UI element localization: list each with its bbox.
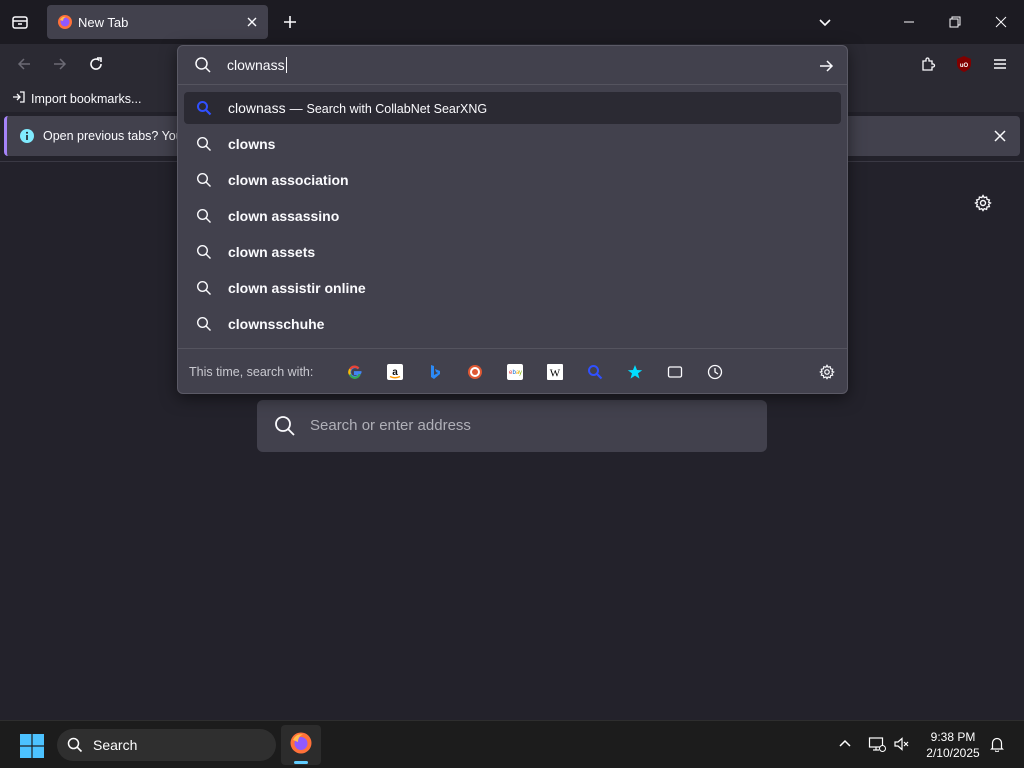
tab-overview-icon[interactable] [6, 8, 34, 36]
clock-date: 2/10/2025 [926, 746, 980, 760]
taskbar-search-box[interactable]: Search [57, 729, 276, 761]
search-suggestion[interactable]: clown assassino [184, 200, 841, 232]
notification-text: Open previous tabs? You c [43, 129, 193, 143]
search-icon [196, 136, 212, 157]
ublock-badge: uO [960, 63, 969, 69]
search-icon [196, 244, 212, 265]
oneoff-label: This time, search with: [189, 365, 314, 379]
search-result-text: clownass — Search with CollabNet SearXNG [228, 100, 488, 116]
minimize-icon[interactable] [886, 0, 932, 44]
taskbar-search-label: Search [93, 737, 138, 753]
search-icon [196, 208, 212, 229]
urlbar-dropdown: clownass clownass — Search with CollabNet… [177, 45, 848, 394]
reload-icon[interactable] [82, 50, 110, 78]
arrow-right-icon[interactable] [815, 55, 837, 77]
close-icon[interactable] [990, 126, 1010, 146]
firefox-icon [57, 14, 73, 30]
chevron-down-icon[interactable] [813, 8, 837, 36]
suggestion-text: clown assassino [228, 208, 340, 224]
search-icon [194, 56, 212, 79]
import-bookmarks-label: Import bookmarks... [31, 91, 142, 106]
suggestion-text: clowns [228, 136, 276, 152]
puzzle-icon[interactable] [914, 50, 942, 78]
arrow-left-icon[interactable] [10, 50, 38, 78]
volume-muted-icon[interactable] [891, 733, 913, 755]
restore-icon[interactable] [932, 0, 978, 44]
ublock-origin-icon[interactable]: uO [950, 50, 978, 78]
hamburger-menu-icon[interactable] [986, 50, 1014, 78]
tab-new-tab[interactable]: New Tab [47, 5, 268, 39]
notification-bell-icon[interactable] [986, 733, 1008, 755]
wikipedia-icon[interactable]: W [544, 361, 566, 383]
newtab-search-input[interactable]: Search or enter address [257, 400, 767, 452]
search-suggestion[interactable]: clowns [184, 128, 841, 160]
suggestion-text: clownsschuhe [228, 316, 325, 332]
taskbar: Search 9:38 PM 2/10/2025 [0, 720, 1024, 768]
gear-icon[interactable] [972, 192, 994, 214]
close-icon[interactable] [242, 12, 262, 32]
taskbar-clock[interactable]: 9:38 PM 2/10/2025 [920, 729, 986, 761]
windows-start-icon[interactable] [20, 734, 44, 758]
firefox-icon [289, 731, 313, 760]
ebay-icon[interactable]: ebay [504, 361, 526, 383]
duckduckgo-icon[interactable] [464, 361, 486, 383]
suggestion-text: clown assets [228, 244, 316, 260]
network-icon[interactable] [866, 733, 888, 755]
amazon-icon[interactable]: a [384, 361, 406, 383]
import-icon [12, 90, 26, 107]
chevron-up-icon[interactable] [834, 733, 856, 755]
bookmarks-star-icon[interactable] [624, 361, 646, 383]
plus-icon[interactable] [278, 8, 302, 36]
search-suggestion[interactable]: clown association [184, 164, 841, 196]
suggestion-text: clown association [228, 172, 349, 188]
history-icon[interactable] [704, 361, 726, 383]
search-suggestion[interactable]: clownsschuhe [184, 308, 841, 340]
bing-icon[interactable] [424, 361, 446, 383]
search-icon [273, 414, 297, 443]
window-close-icon[interactable] [978, 0, 1024, 44]
import-bookmarks-button[interactable]: Import bookmarks... [12, 90, 141, 107]
title-bar: New Tab [0, 0, 1024, 44]
info-icon [19, 128, 35, 144]
search-icon [196, 280, 212, 301]
search-suggestion[interactable]: clown assistir online [184, 272, 841, 304]
tabs-icon[interactable] [664, 361, 686, 383]
google-icon[interactable] [344, 361, 366, 383]
suggestion-text: clown assistir online [228, 280, 366, 296]
search-suggestion[interactable]: clown assets [184, 236, 841, 268]
searxng-icon [196, 100, 212, 121]
gear-icon[interactable] [816, 361, 838, 383]
svg-text:W: W [550, 368, 561, 380]
search-icon [67, 737, 83, 758]
newtab-search-placeholder: Search or enter address [310, 417, 471, 434]
taskbar-firefox-button[interactable] [281, 725, 321, 765]
oneoff-search-bar: This time, search with: a ebay W [178, 348, 847, 394]
search-icon [196, 316, 212, 337]
urlbar-input[interactable]: clownass [227, 57, 287, 73]
searxng-icon[interactable] [584, 361, 606, 383]
urlbar-input-row[interactable]: clownass [178, 46, 847, 85]
svg-text:a: a [392, 367, 398, 378]
clock-time: 9:38 PM [930, 730, 976, 744]
search-icon [196, 172, 212, 193]
tab-title: New Tab [78, 15, 129, 30]
arrow-right-icon[interactable] [46, 50, 74, 78]
search-result-selected[interactable]: clownass — Search with CollabNet SearXNG [184, 92, 841, 124]
running-indicator [294, 761, 308, 764]
svg-text:y: y [519, 370, 522, 376]
